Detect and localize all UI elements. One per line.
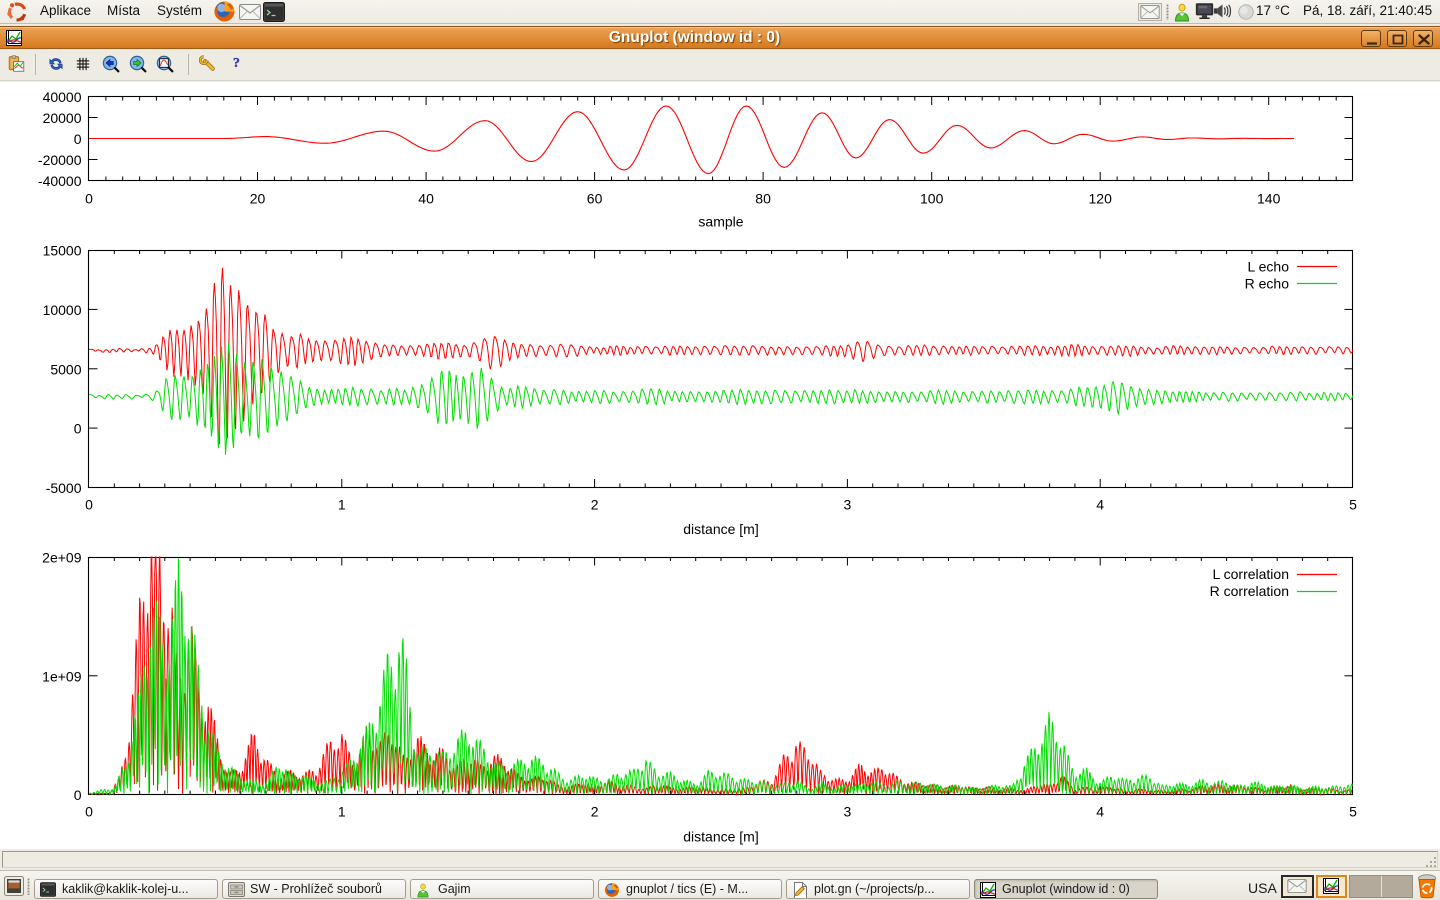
svg-text:60: 60 <box>587 191 603 207</box>
svg-text:5: 5 <box>1349 497 1357 513</box>
svg-text:40000: 40000 <box>43 89 82 105</box>
svg-text:2: 2 <box>591 804 599 820</box>
svg-text:R correlation: R correlation <box>1210 583 1289 599</box>
svg-text:3: 3 <box>844 804 852 820</box>
svg-text:20: 20 <box>250 191 266 207</box>
svg-text:5: 5 <box>1349 804 1357 820</box>
svg-text:4: 4 <box>1096 497 1104 513</box>
svg-text:0: 0 <box>85 497 93 513</box>
svg-text:-20000: -20000 <box>38 152 82 168</box>
svg-text:80: 80 <box>755 191 771 207</box>
svg-text:1: 1 <box>338 497 346 513</box>
svg-text:40: 40 <box>418 191 434 207</box>
svg-text:2: 2 <box>591 497 599 513</box>
svg-text:1: 1 <box>338 804 346 820</box>
svg-text:4: 4 <box>1096 804 1104 820</box>
svg-text:-40000: -40000 <box>38 173 82 189</box>
svg-text:2e+09: 2e+09 <box>42 550 82 566</box>
svg-text:0: 0 <box>85 191 93 207</box>
svg-text:20000: 20000 <box>43 110 82 126</box>
svg-text:distance [m]: distance [m] <box>683 829 758 845</box>
svg-text:5000: 5000 <box>50 361 81 377</box>
svg-text:?: ? <box>233 55 240 70</box>
svg-text:sample: sample <box>698 214 743 230</box>
svg-text:3: 3 <box>844 497 852 513</box>
svg-text:L echo: L echo <box>1247 259 1289 275</box>
svg-text:10000: 10000 <box>43 302 82 318</box>
svg-text:100: 100 <box>920 191 944 207</box>
svg-text:0: 0 <box>74 421 82 437</box>
svg-text:-5000: -5000 <box>46 480 82 496</box>
svg-text:0: 0 <box>74 131 82 147</box>
svg-text:140: 140 <box>1257 191 1281 207</box>
svg-text:R echo: R echo <box>1245 276 1290 292</box>
svg-text:1e+09: 1e+09 <box>42 668 82 684</box>
svg-text:L correlation: L correlation <box>1212 566 1289 582</box>
svg-text:distance [m]: distance [m] <box>683 521 758 537</box>
svg-text:120: 120 <box>1089 191 1113 207</box>
svg-text:15000: 15000 <box>43 243 82 259</box>
svg-text:0: 0 <box>85 804 93 820</box>
svg-text:0: 0 <box>74 787 82 803</box>
